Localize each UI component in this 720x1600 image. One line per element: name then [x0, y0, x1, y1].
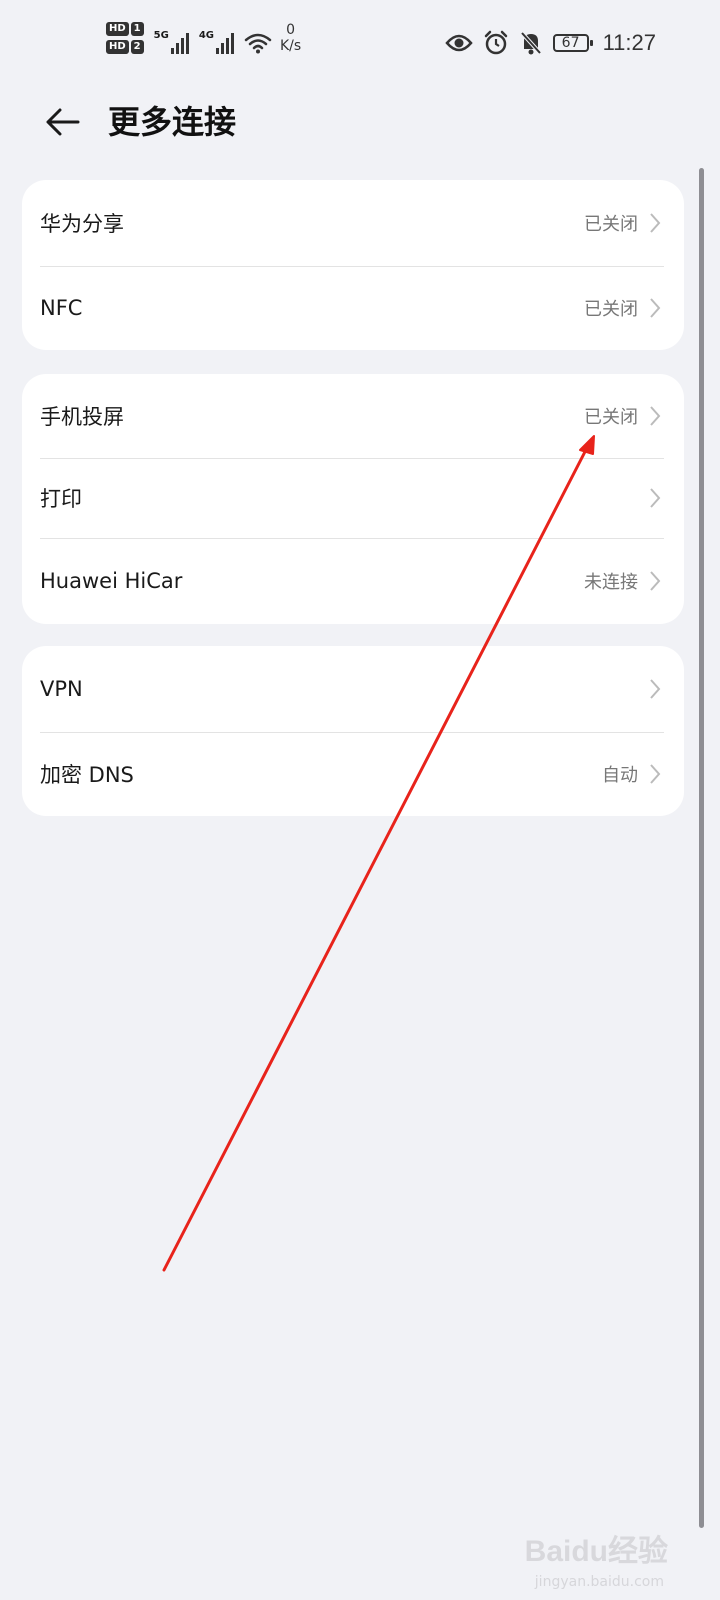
chevron-right-icon: [650, 764, 661, 784]
row-huawei-share[interactable]: 华为分享 已关闭: [22, 180, 684, 266]
row-label: 华为分享: [40, 212, 124, 236]
row-screen-projection[interactable]: 手机投屏 已关闭: [22, 374, 684, 458]
status-time: 11:27: [602, 30, 656, 55]
hd-badge-1: HD 1: [106, 22, 144, 36]
row-label: NFC: [40, 296, 83, 320]
row-label: 打印: [40, 487, 82, 511]
chevron-right-icon: [650, 298, 661, 318]
row-encrypted-dns[interactable]: 加密 DNS 自动: [22, 732, 684, 816]
alarm-icon: [484, 30, 507, 55]
row-print[interactable]: 打印: [22, 458, 684, 538]
row-value: 未连接: [584, 572, 638, 593]
speed-unit: K/s: [279, 38, 302, 54]
hd-label-1: HD: [106, 22, 129, 36]
signal-bars-icon-2: [215, 30, 234, 54]
chevron-right-icon: [650, 213, 661, 233]
settings-group-3: VPN 加密 DNS 自动: [22, 646, 684, 816]
status-bar: HD 1 HD 2 5G 4G 0 K/s 67 11:27: [0, 0, 720, 92]
scrollbar[interactable]: [699, 168, 704, 1528]
hd-num-1: 1: [130, 22, 144, 36]
row-label: 手机投屏: [40, 405, 124, 429]
watermark-logo: Baidu经验: [524, 1535, 668, 1568]
network-4g-label: 4G: [198, 30, 214, 41]
row-value: 自动: [602, 765, 638, 786]
network-5g-label: 5G: [153, 30, 169, 41]
page-title: 更多连接: [108, 103, 237, 141]
row-value: 已关闭: [584, 407, 638, 428]
chevron-right-icon: [650, 679, 661, 699]
chevron-right-icon: [650, 406, 661, 426]
row-nfc[interactable]: NFC 已关闭: [22, 266, 684, 350]
battery-icon: 67: [552, 34, 593, 52]
hd-badge-2: HD 2: [106, 40, 144, 54]
watermark-url: jingyan.baidu.com: [534, 1574, 664, 1590]
row-huawei-hicar[interactable]: Huawei HiCar 未连接: [22, 538, 684, 624]
page-header: 更多连接: [0, 92, 720, 152]
status-bar-right: 67 11:27: [444, 30, 656, 56]
row-value: 已关闭: [584, 299, 638, 320]
settings-group-2: 手机投屏 已关闭 打印 Huawei HiCar 未连接: [22, 374, 684, 624]
speed-value: 0: [286, 22, 296, 38]
network-speed: 0 K/s: [280, 22, 301, 54]
signal-bars-icon-1: [170, 30, 189, 54]
hd-label-2: HD: [106, 40, 129, 54]
settings-group-1: 华为分享 已关闭 NFC 已关闭: [22, 180, 684, 350]
row-label: 加密 DNS: [40, 763, 134, 787]
back-button[interactable]: [40, 100, 84, 144]
status-bar-left: HD 1 HD 2 5G 4G 0 K/s: [106, 22, 301, 54]
wifi-icon: [244, 33, 272, 54]
row-vpn[interactable]: VPN: [22, 646, 684, 732]
eye-icon: [444, 34, 473, 52]
back-arrow-icon: [46, 108, 80, 136]
hd-num-2: 2: [130, 40, 144, 54]
mute-bell-icon: [520, 31, 542, 55]
row-label: VPN: [40, 677, 83, 701]
hd-indicators: HD 1 HD 2: [106, 22, 144, 54]
row-label: Huawei HiCar: [40, 569, 183, 593]
row-value: 已关闭: [584, 214, 638, 235]
chevron-right-icon: [650, 571, 661, 591]
chevron-right-icon: [650, 488, 661, 508]
